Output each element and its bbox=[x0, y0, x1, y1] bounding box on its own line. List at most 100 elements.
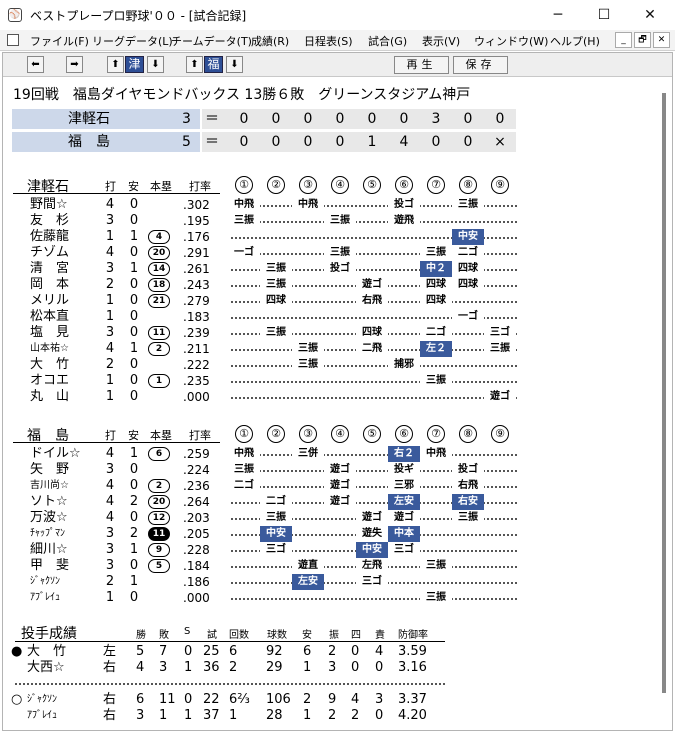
plate-appearance-result[interactable]: 遊ゴ bbox=[356, 277, 388, 293]
plate-appearance-result[interactable]: 三振 bbox=[228, 213, 260, 229]
plate-appearance-result[interactable]: 三振 bbox=[260, 277, 292, 293]
batter-row[interactable]: メリル 1 0 21 .279 四球 右飛 四球 bbox=[3, 293, 663, 309]
plate-appearance-result[interactable]: 中安 bbox=[260, 526, 292, 542]
plate-appearance-result[interactable]: 二ゴ bbox=[260, 494, 292, 510]
batter-name[interactable]: ｱﾌﾞﾚｲｭ bbox=[30, 590, 88, 606]
batter-name[interactable]: 細川☆ bbox=[30, 542, 88, 558]
plate-appearance-result[interactable]: 中飛 bbox=[228, 446, 260, 462]
menu-stats[interactable]: 成績(R) bbox=[251, 33, 289, 49]
close-button[interactable]: ✕ bbox=[627, 2, 673, 28]
batter-row[interactable]: 大 竹 2 0 .222 三振 捕邪 bbox=[3, 357, 663, 373]
minimize-button[interactable]: ─ bbox=[535, 2, 581, 28]
plate-appearance-result[interactable]: 遊飛 bbox=[388, 213, 420, 229]
batter-name[interactable]: 清 宮 bbox=[30, 261, 88, 277]
plate-appearance-result[interactable]: 三振 bbox=[452, 510, 484, 526]
batter-name[interactable]: オコエ bbox=[30, 373, 88, 389]
pitcher-row[interactable]: ｱﾌﾞﾚｲｭ右 3 1 1 37 1 28 1 2 2 0 4.20 bbox=[3, 707, 663, 725]
plate-appearance-result[interactable]: 三ゴ bbox=[260, 542, 292, 558]
batter-row[interactable]: 塩 見 3 0 11 .239 三振 四球 二ゴ 三ゴ bbox=[3, 325, 663, 341]
plate-appearance-result[interactable]: 三ゴ bbox=[356, 574, 388, 590]
batter-name[interactable]: 矢 野 bbox=[30, 462, 88, 478]
plate-appearance-result[interactable]: 左安 bbox=[388, 494, 420, 510]
plate-appearance-result[interactable]: 四球 bbox=[452, 261, 484, 277]
team1-up-arrow-icon[interactable]: ⬆ bbox=[107, 56, 124, 73]
pitcher-name[interactable]: 大西☆ bbox=[27, 659, 65, 677]
batter-name[interactable]: 大 竹 bbox=[30, 357, 88, 373]
pitcher-name[interactable]: ｱﾌﾞﾚｲｭ bbox=[27, 707, 57, 725]
plate-appearance-result[interactable]: 三振 bbox=[292, 341, 324, 357]
plate-appearance-result[interactable]: 二ゴ bbox=[452, 245, 484, 261]
next-game-right-arrow-icon[interactable]: ➡ bbox=[66, 56, 83, 73]
plate-appearance-result[interactable]: 右安 bbox=[452, 494, 484, 510]
batter-row[interactable]: ﾁｬｯﾌﾟﾏﾝ 3 2 11 .205 中安 遊失 中本 bbox=[3, 526, 663, 542]
maximize-button[interactable]: ☐ bbox=[581, 2, 627, 28]
plate-appearance-result[interactable]: 遊ゴ bbox=[324, 478, 356, 494]
batter-row[interactable]: ドイル☆ 4 1 6.259 中飛 三併 右２ 中飛 bbox=[3, 446, 663, 462]
batter-row[interactable]: 友 杉 3 0 .195 三振 三振 遊飛 bbox=[3, 213, 663, 229]
mdi-close-button[interactable]: ✕ bbox=[653, 32, 670, 48]
plate-appearance-result[interactable]: 遊ゴ bbox=[324, 494, 356, 510]
plate-appearance-result[interactable]: 四球 bbox=[260, 293, 292, 309]
team1-down-arrow-icon[interactable]: ⬇ bbox=[147, 56, 164, 73]
batter-name[interactable]: 万波☆ bbox=[30, 510, 88, 526]
pitcher-row[interactable]: 大西☆ 右 4 3 1 36 2 29 1 3 0 0 3.16 bbox=[3, 659, 663, 677]
batter-row[interactable]: 松本直 1 0 .183 一ゴ bbox=[3, 309, 663, 325]
batter-name[interactable]: 佐藤龍 bbox=[30, 229, 88, 245]
plate-appearance-result[interactable]: 三振 bbox=[260, 325, 292, 341]
menu-game[interactable]: 試合(G) bbox=[368, 33, 407, 49]
menu-file[interactable]: ファイル(F) bbox=[30, 33, 89, 49]
plate-appearance-result[interactable]: 三振 bbox=[324, 245, 356, 261]
plate-appearance-result[interactable]: 中飛 bbox=[292, 197, 324, 213]
plate-appearance-result[interactable]: 捕邪 bbox=[388, 357, 420, 373]
plate-appearance-result[interactable]: 遊直 bbox=[292, 558, 324, 574]
plate-appearance-result[interactable]: 投ゴ bbox=[324, 261, 356, 277]
plate-appearance-result[interactable]: 遊ゴ bbox=[388, 510, 420, 526]
menu-schedule[interactable]: 日程表(S) bbox=[304, 33, 353, 49]
batter-name[interactable]: ｼﾞｬｸｿﾝ bbox=[30, 574, 88, 590]
plate-appearance-result[interactable]: 四球 bbox=[420, 277, 452, 293]
title-bar[interactable]: ⚾ ベストプレープロ野球'００ - [試合記録] ─ ☐ ✕ bbox=[0, 0, 675, 30]
plate-appearance-result[interactable]: 中安 bbox=[452, 229, 484, 245]
save-button[interactable]: 保存 bbox=[453, 56, 508, 74]
plate-appearance-result[interactable]: 三振 bbox=[484, 341, 516, 357]
plate-appearance-result[interactable]: 三振 bbox=[420, 245, 452, 261]
plate-appearance-result[interactable]: 四球 bbox=[452, 277, 484, 293]
plate-appearance-result[interactable]: 中飛 bbox=[420, 446, 452, 462]
plate-appearance-result[interactable]: 左安 bbox=[292, 574, 324, 590]
plate-appearance-result[interactable]: 投ギ bbox=[388, 462, 420, 478]
plate-appearance-result[interactable]: 三振 bbox=[420, 373, 452, 389]
plate-appearance-result[interactable]: 三振 bbox=[452, 197, 484, 213]
plate-appearance-result[interactable]: 中安 bbox=[356, 542, 388, 558]
batter-name[interactable]: ソト☆ bbox=[30, 494, 88, 510]
plate-appearance-result[interactable]: 右飛 bbox=[452, 478, 484, 494]
team1-button[interactable]: 津 bbox=[125, 56, 144, 73]
plate-appearance-result[interactable]: 一ゴ bbox=[452, 309, 484, 325]
mdi-restore-button[interactable]: 🗗 bbox=[634, 32, 651, 48]
menu-window[interactable]: ウィンドウ(W) bbox=[474, 33, 548, 49]
batter-row[interactable]: チゾム 4 0 20.291 一ゴ 三振 三振 二ゴ bbox=[3, 245, 663, 261]
plate-appearance-result[interactable]: 中本 bbox=[388, 526, 420, 542]
menu-help[interactable]: ヘルプ(H) bbox=[550, 33, 600, 49]
plate-appearance-result[interactable]: 投ゴ bbox=[388, 197, 420, 213]
batter-row[interactable]: 野間☆ 4 0 .302 中飛 中飛 投ゴ 三振 bbox=[3, 197, 663, 213]
batter-row[interactable]: 万波☆ 4 0 12 .203 三振 遊ゴ 遊ゴ 三振 bbox=[3, 510, 663, 526]
plate-appearance-result[interactable]: 右２ bbox=[388, 446, 420, 462]
plate-appearance-result[interactable]: 右飛 bbox=[356, 293, 388, 309]
team2-down-arrow-icon[interactable]: ⬇ bbox=[226, 56, 243, 73]
plate-appearance-result[interactable]: 中飛 bbox=[228, 197, 260, 213]
plate-appearance-result[interactable]: 三ゴ bbox=[388, 542, 420, 558]
menu-view[interactable]: 表示(V) bbox=[422, 33, 460, 49]
plate-appearance-result[interactable]: 四球 bbox=[356, 325, 388, 341]
plate-appearance-result[interactable]: 左飛 bbox=[356, 558, 388, 574]
batter-name[interactable]: 吉川尚☆ bbox=[30, 478, 88, 494]
batter-row[interactable]: ｼﾞｬｸｿﾝ 2 1 .186 左安 三ゴ bbox=[3, 574, 663, 590]
batter-row[interactable]: 山本祐☆ 4 1 2 .211 三振 二飛 左２ 三振 bbox=[3, 341, 663, 357]
batter-name[interactable]: ﾁｬｯﾌﾟﾏﾝ bbox=[30, 526, 88, 542]
batter-row[interactable]: 丸 山 1 0 .000 遊ゴ bbox=[3, 389, 663, 405]
batter-name[interactable]: 松本直 bbox=[30, 309, 88, 325]
batter-name[interactable]: 甲 斐 bbox=[30, 558, 88, 574]
plate-appearance-result[interactable]: 三振 bbox=[292, 357, 324, 373]
batter-row[interactable]: 吉川尚☆ 4 0 2 .236 二ゴ 遊ゴ 三邪 右飛 bbox=[3, 478, 663, 494]
team2-button[interactable]: 福 bbox=[204, 56, 223, 73]
batter-name[interactable]: 友 杉 bbox=[30, 213, 88, 229]
